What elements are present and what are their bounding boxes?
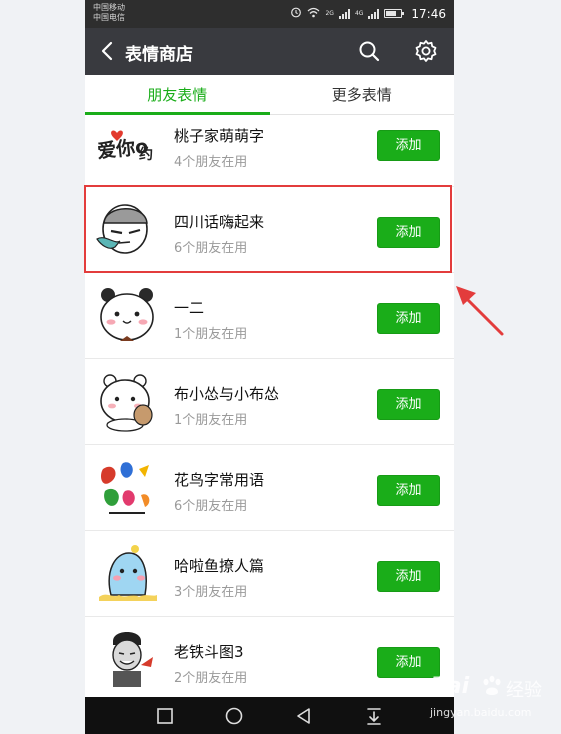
list-item[interactable]: 四川话嗨起来 6个朋友在用 添加 [85, 187, 454, 273]
settings-button[interactable] [413, 38, 439, 64]
sticker-friend-count: 1个朋友在用 [174, 327, 248, 342]
love-text-sticker-thumb: 爱你o 约 [95, 117, 159, 181]
status-icons: 2G 4G 17:46 [290, 6, 446, 21]
tab-bar: 朋友表情 更多表情 [85, 75, 454, 115]
sticker-friend-count: 3个朋友在用 [174, 585, 248, 600]
sticker-friend-count: 6个朋友在用 [174, 241, 248, 256]
blue-fish-sticker-thumb [95, 541, 159, 605]
system-nav-bar [85, 697, 454, 734]
list-item[interactable]: 花鸟字常用语 6个朋友在用 添加 [85, 445, 454, 531]
add-button[interactable]: 添加 [377, 561, 440, 592]
list-item[interactable]: 爱你o 约 桃子家萌萌字 4个朋友在用 添加 [85, 115, 454, 187]
sticker-name: 四川话嗨起来 [174, 213, 265, 231]
nav-bar: 表情商店 [85, 28, 454, 75]
watermark-domain: jingyan.baidu.com [430, 706, 532, 719]
meme-face-sticker-thumb [95, 627, 159, 691]
sticker-name: 老铁斗图3 [174, 643, 244, 661]
back-button[interactable] [95, 38, 121, 64]
triangle-back-icon [297, 708, 310, 724]
svg-text:约: 约 [139, 146, 153, 163]
network-2g-label: 2G [325, 10, 334, 17]
list-item[interactable]: 哈啦鱼撩人篇 3个朋友在用 添加 [85, 531, 454, 617]
add-button[interactable]: 添加 [377, 130, 440, 161]
network-4g-label: 4G [354, 10, 364, 17]
baidu-watermark: Bai 经验 jingyan.baidu.com [422, 668, 557, 730]
sticker-list: 爱你o 约 桃子家萌萌字 4个朋友在用 添加 四川话嗨起来 6个朋友在用 添加 … [85, 115, 454, 703]
back-chevron-icon [101, 41, 113, 61]
square-icon [157, 708, 173, 724]
status-bar: 中国移动 中国电信 2G 4G 17:46 [85, 0, 454, 28]
notification-pull-button[interactable] [364, 706, 384, 726]
signal-icon-2 [368, 8, 380, 19]
sticker-friend-count: 2个朋友在用 [174, 671, 248, 686]
tab-more-stickers[interactable]: 更多表情 [270, 75, 455, 114]
paw-icon [483, 675, 501, 695]
add-button[interactable]: 添加 [377, 475, 440, 506]
sticker-friend-count: 1个朋友在用 [174, 413, 248, 428]
flower-bird-text-sticker-thumb [95, 455, 159, 519]
sticker-name: 布小怂与小布怂 [174, 385, 280, 403]
carrier-labels: 中国移动 中国电信 [93, 3, 125, 23]
panda-bear-sticker-thumb [95, 283, 159, 347]
white-bear-sticker-thumb [95, 369, 159, 433]
back-nav-button[interactable] [294, 706, 314, 726]
search-button[interactable] [357, 39, 381, 63]
pull-down-icon [367, 708, 381, 725]
page-title: 表情商店 [125, 45, 193, 65]
watermark-brand: Bai [430, 674, 470, 699]
wifi-icon [307, 7, 320, 21]
sticker-friend-count: 6个朋友在用 [174, 499, 248, 514]
circle-icon [225, 707, 243, 725]
search-icon [359, 41, 380, 62]
phone-screen: 中国移动 中国电信 2G 4G 17:46 表情商店 朋友表情 更多表情 爱你o… [85, 0, 454, 734]
grumpy-face-sticker-thumb [95, 197, 159, 261]
sticker-friend-count: 4个朋友在用 [174, 155, 248, 170]
sticker-name: 一二 [174, 299, 205, 317]
sticker-name: 花鸟字常用语 [174, 471, 265, 489]
watermark-brand-cn: 经验 [506, 680, 542, 701]
sticker-name: 桃子家萌萌字 [174, 127, 265, 145]
add-button[interactable]: 添加 [377, 217, 440, 248]
add-button[interactable]: 添加 [377, 303, 440, 334]
list-item[interactable]: 老铁斗图3 2个朋友在用 添加 [85, 617, 454, 703]
battery-icon [384, 9, 405, 18]
red-arrow-icon [456, 286, 504, 336]
carrier-1: 中国移动 [93, 3, 125, 12]
carrier-2: 中国电信 [93, 13, 125, 22]
add-button[interactable]: 添加 [377, 389, 440, 420]
gear-icon [415, 40, 437, 62]
home-button[interactable] [224, 706, 244, 726]
recent-apps-button[interactable] [155, 706, 175, 726]
signal-icon [338, 8, 350, 19]
list-item[interactable]: 布小怂与小布怂 1个朋友在用 添加 [85, 359, 454, 445]
tab-friends-stickers[interactable]: 朋友表情 [85, 75, 270, 115]
alarm-icon [290, 6, 302, 21]
status-time: 17:46 [411, 6, 446, 21]
sticker-name: 哈啦鱼撩人篇 [174, 557, 265, 575]
list-item[interactable]: 一二 1个朋友在用 添加 [85, 273, 454, 359]
